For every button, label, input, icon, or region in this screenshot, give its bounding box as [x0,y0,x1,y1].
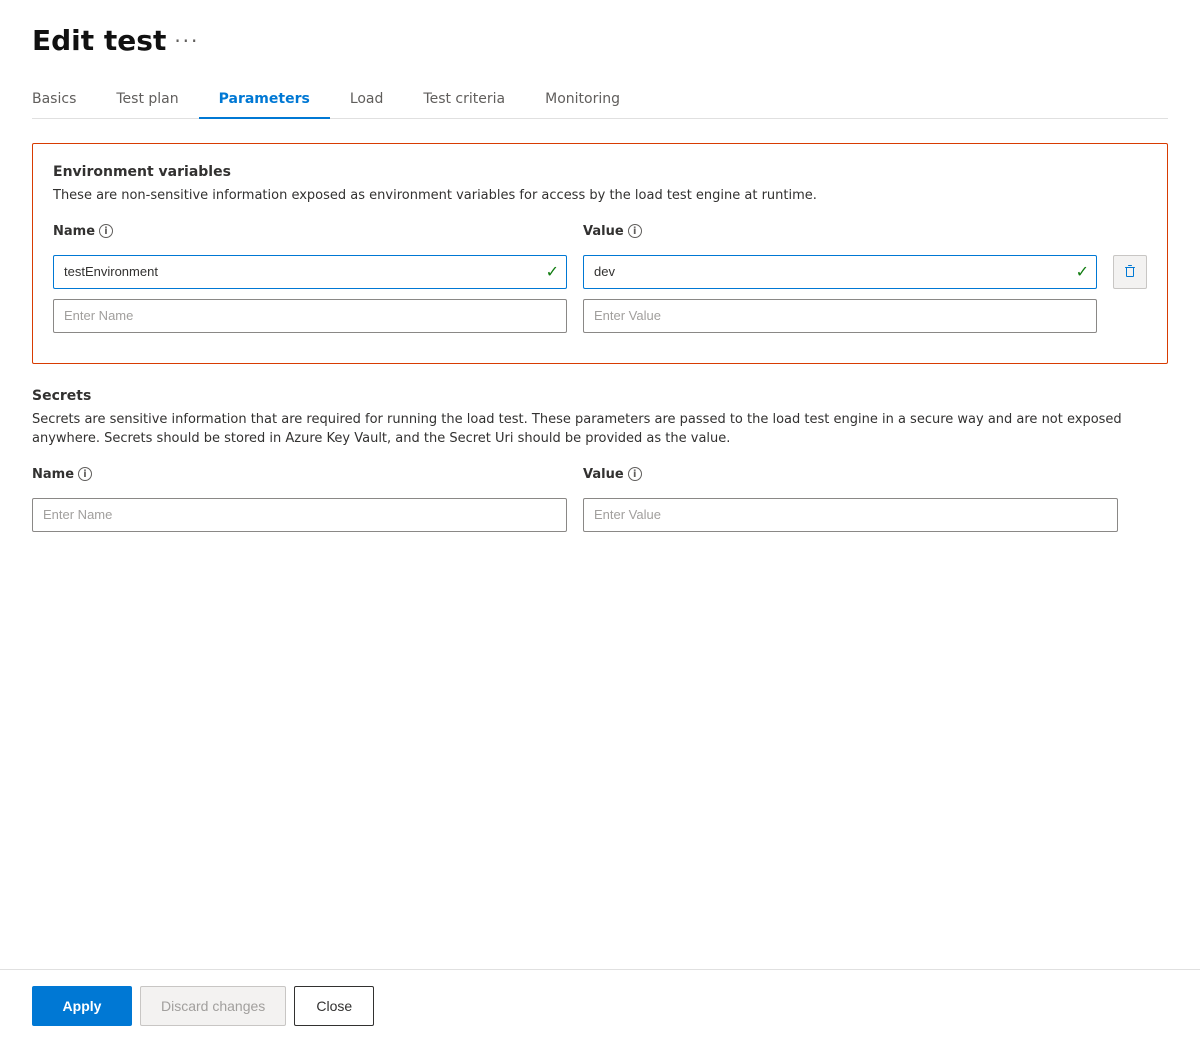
tab-monitoring[interactable]: Monitoring [525,81,640,119]
apply-button[interactable]: Apply [32,986,132,1026]
secrets-name-input-1[interactable] [32,498,567,532]
secrets-section: Secrets Secrets are sensitive informatio… [32,388,1168,532]
secrets-name-info-icon: i [78,467,92,481]
env-value-check-1: ✓ [1076,262,1089,281]
env-section-title: Environment variables [53,164,1147,180]
tab-parameters[interactable]: Parameters [199,81,330,119]
env-name-input-1[interactable] [53,255,567,289]
secrets-name-col: Name i [32,467,567,488]
page-title: Edit test ··· [32,24,1168,57]
env-name-label: Name i [53,224,567,239]
tab-test-criteria[interactable]: Test criteria [403,81,525,119]
secrets-value-info-icon: i [628,467,642,481]
discard-button[interactable]: Discard changes [140,986,286,1026]
env-name-col: Name i [53,224,567,245]
footer: Apply Discard changes Close [0,969,1200,1042]
env-section-desc: These are non-sensitive information expo… [53,186,1147,206]
tab-load[interactable]: Load [330,81,404,119]
env-value-input-wrapper-2 [583,299,1097,333]
secrets-value-input-1[interactable] [583,498,1118,532]
env-value-label: Value i [583,224,1097,239]
tab-basics[interactable]: Basics [32,81,96,119]
env-name-field-1: ✓ [53,255,567,289]
secrets-value-label: Value i [583,467,1118,482]
secrets-name-input-wrapper-1 [32,498,567,532]
env-value-field-2 [583,299,1097,333]
env-value-field-1: ✓ [583,255,1097,289]
env-name-input-2[interactable] [53,299,567,333]
env-row-1: ✓ ✓ [53,255,1147,289]
env-value-input-wrapper-1: ✓ [583,255,1097,289]
env-name-field-2 [53,299,567,333]
env-name-input-wrapper-2 [53,299,567,333]
secrets-value-field-1 [583,498,1118,532]
secrets-row-1 [32,498,1168,532]
title-text: Edit test [32,24,166,57]
env-value-col: Value i [583,224,1097,245]
trash-icon [1122,264,1138,280]
env-value-input-1[interactable] [583,255,1097,289]
env-name-check-1: ✓ [546,262,559,281]
env-delete-btn-1[interactable] [1113,255,1147,289]
tab-test-plan[interactable]: Test plan [96,81,198,119]
secrets-value-col: Value i [583,467,1118,488]
close-button[interactable]: Close [294,986,374,1026]
env-variables-section: Environment variables These are non-sens… [32,143,1168,364]
secrets-name-label: Name i [32,467,567,482]
env-name-input-wrapper-1: ✓ [53,255,567,289]
env-name-info-icon: i [99,224,113,238]
secrets-header-row: Name i Value i [32,467,1168,488]
title-ellipsis: ··· [174,29,199,53]
tab-nav: Basics Test plan Parameters Load Test cr… [32,81,1168,119]
secrets-section-title: Secrets [32,388,1168,404]
env-value-input-2[interactable] [583,299,1097,333]
secrets-value-input-wrapper-1 [583,498,1118,532]
secrets-name-field-1 [32,498,567,532]
env-row-2 [53,299,1147,333]
env-header-row: Name i Value i [53,224,1147,245]
secrets-section-desc: Secrets are sensitive information that a… [32,410,1168,449]
env-value-info-icon: i [628,224,642,238]
